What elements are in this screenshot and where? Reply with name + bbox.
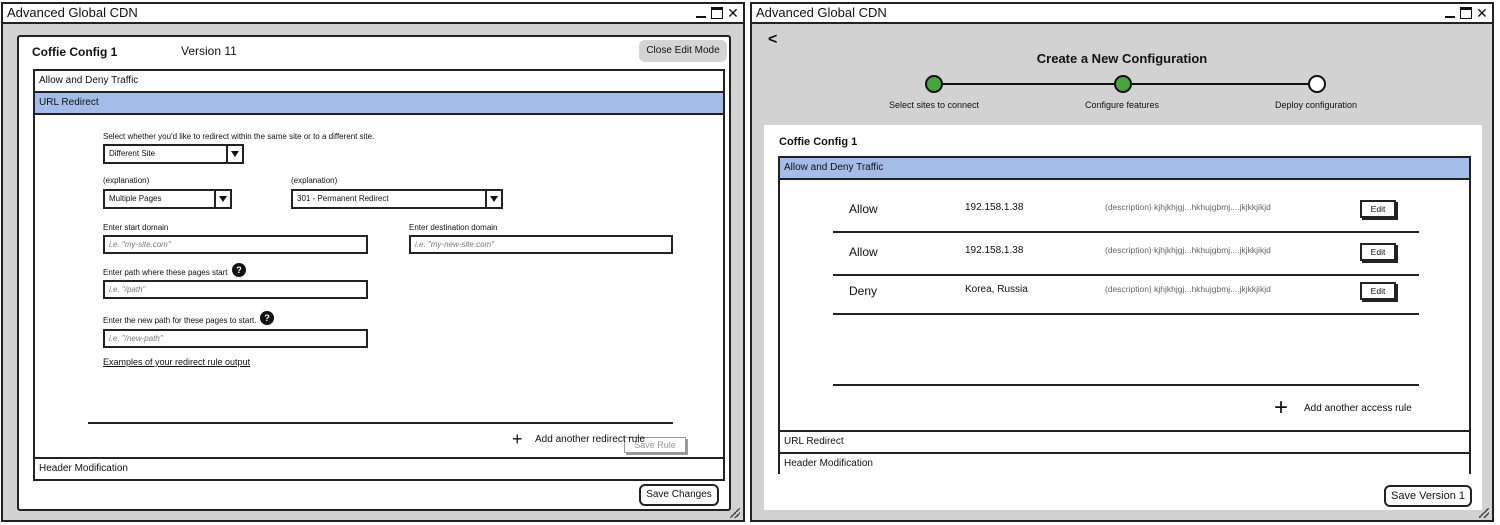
explanation-label: (explanation)	[291, 176, 338, 185]
step-3-pending-icon	[1308, 75, 1326, 93]
step-1-label: Select sites to connect	[888, 100, 980, 110]
rule-description: (description) kjhjkhjgj...hkhujgbmj....j…	[1105, 245, 1271, 255]
wizard-title: Create a New Configuration	[1036, 51, 1208, 66]
help-icon[interactable]: ?	[260, 311, 274, 325]
pages-type-select[interactable]: Multiple Pages	[103, 189, 232, 209]
new-path-input[interactable]: i.e. "/new-path"	[103, 329, 368, 348]
help-icon[interactable]: ?	[232, 263, 246, 277]
window-title: Advanced Global CDN	[756, 5, 887, 20]
redirect-type-value: 301 - Permanent Redirect	[297, 194, 389, 203]
close-icon[interactable]: ✕	[727, 6, 739, 20]
pages-type-value: Multiple Pages	[109, 194, 162, 203]
step-connector	[1132, 83, 1318, 85]
close-edit-mode-button[interactable]: Close Edit Mode	[639, 40, 727, 62]
new-path-label: Enter the new path for these pages to st…	[103, 316, 257, 325]
back-icon[interactable]: <	[768, 31, 777, 49]
rule-action: Deny	[849, 284, 878, 298]
edit-rule-button[interactable]: Edit	[1360, 243, 1396, 261]
save-version-button[interactable]: Save Version 1	[1384, 485, 1472, 507]
maximize-icon[interactable]	[711, 7, 723, 19]
step-1-complete-icon	[925, 75, 943, 93]
rule-action: Allow	[849, 245, 878, 259]
section-header-modification[interactable]: Header Modification	[780, 452, 1469, 474]
step-connector	[942, 83, 1122, 85]
section-url-redirect[interactable]: URL Redirect	[35, 93, 723, 115]
close-icon[interactable]: ✕	[1476, 6, 1488, 20]
resize-handle-icon[interactable]	[730, 508, 740, 518]
config-panel: Coffie Config 1 Allow and Deny Traffic A…	[764, 125, 1482, 510]
destination-domain-input[interactable]: i.e. "my-new-site.com"	[409, 235, 673, 254]
divider	[88, 422, 673, 424]
minimize-icon[interactable]	[1444, 7, 1456, 19]
access-rule-row: Deny Korea, Russia (description) kjhjkhj…	[833, 274, 1419, 312]
config-name: Coffie Config 1	[32, 45, 118, 59]
rule-target: Korea, Russia	[965, 284, 1028, 295]
title-bar: Advanced Global CDN ✕	[3, 4, 743, 24]
config-name: Coffie Config 1	[779, 136, 858, 148]
section-header-modification[interactable]: Header Modification	[35, 457, 723, 479]
start-domain-label: Enter start domain	[103, 223, 169, 232]
feature-accordion: Allow and Deny Traffic URL Redirect Sele…	[33, 69, 725, 481]
redirect-type-select[interactable]: 301 - Permanent Redirect	[291, 189, 503, 209]
chevron-down-icon	[226, 146, 242, 162]
feature-accordion: Allow and Deny Traffic Allow 192.158.1.3…	[778, 156, 1471, 474]
divider	[833, 231, 1419, 233]
step-3-label: Deploy configuration	[1274, 100, 1358, 110]
start-domain-input[interactable]: i.e. "my-site.com"	[103, 235, 368, 254]
access-rule-row: Allow 192.158.1.38 (description) kjhjkhj…	[833, 192, 1419, 230]
destination-domain-label: Enter destination domain	[409, 223, 498, 232]
rule-action: Allow	[849, 202, 878, 216]
plus-icon[interactable]: +	[1274, 396, 1288, 420]
title-bar: Advanced Global CDN ✕	[752, 4, 1492, 24]
maximize-icon[interactable]	[1460, 7, 1472, 19]
rule-target: 192.158.1.38	[965, 202, 1024, 213]
divider	[833, 384, 1419, 386]
chevron-down-icon	[485, 191, 501, 207]
window-title: Advanced Global CDN	[7, 5, 138, 20]
divider	[833, 313, 1419, 315]
rule-target: 192.158.1.38	[965, 245, 1024, 256]
redirect-intro-text: Select whether you'd like to redirect wi…	[103, 132, 375, 141]
config-version: Version 11	[181, 44, 237, 58]
edit-rule-button[interactable]: Edit	[1360, 282, 1396, 300]
access-rule-row: Allow 192.158.1.38 (description) kjhjkhj…	[833, 235, 1419, 273]
chevron-down-icon	[214, 191, 230, 207]
minimize-icon[interactable]	[695, 7, 707, 19]
start-path-input[interactable]: i.e. "/path"	[103, 280, 368, 299]
site-type-select[interactable]: Different Site	[103, 144, 244, 164]
config-edit-panel: Coffie Config 1 Version 11 Close Edit Mo…	[17, 35, 731, 511]
step-2-label: Configure features	[1084, 100, 1160, 110]
rule-description: (description) kjhjkhjgj...hkhujgbmj....j…	[1105, 202, 1271, 212]
left-window: Advanced Global CDN ✕ Coffie Config 1 Ve…	[1, 2, 745, 522]
step-2-complete-icon	[1114, 75, 1132, 93]
add-access-rule-link[interactable]: Add another access rule	[1304, 403, 1412, 414]
resize-handle-icon[interactable]	[1479, 508, 1489, 518]
section-allow-deny[interactable]: Allow and Deny Traffic	[35, 71, 723, 93]
start-path-label: Enter path where these pages start	[103, 268, 228, 277]
section-allow-deny[interactable]: Allow and Deny Traffic	[780, 158, 1469, 180]
rule-description: (description) kjhjkhjgj...hkhujgbmj....j…	[1105, 284, 1271, 294]
edit-rule-button[interactable]: Edit	[1360, 200, 1396, 218]
right-window: Advanced Global CDN ✕ < Create a New Con…	[750, 2, 1494, 522]
explanation-label: (explanation)	[103, 176, 150, 185]
save-changes-button[interactable]: Save Changes	[639, 484, 719, 506]
site-type-value: Different Site	[109, 149, 156, 158]
section-url-redirect[interactable]: URL Redirect	[780, 430, 1469, 452]
examples-link[interactable]: Examples of your redirect rule output	[103, 357, 250, 367]
plus-icon[interactable]: +	[512, 430, 523, 448]
add-redirect-rule-link[interactable]: Add another redirect rule	[535, 434, 645, 445]
